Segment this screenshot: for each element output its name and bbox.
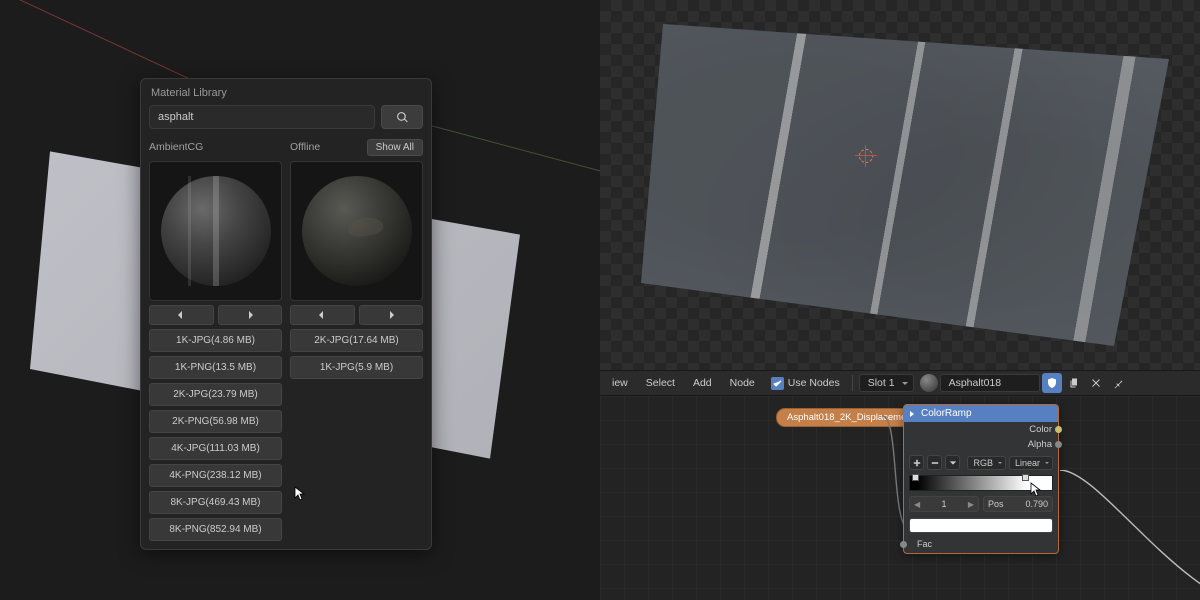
decrement-icon[interactable]: ◀ [914,500,920,509]
material-library-panel: Material Library AmbientCG [140,78,432,550]
3d-cursor-icon [855,145,877,167]
preview-sphere-icon [302,176,412,286]
source-column-offline: Offline Show All 2K-JPG(17.64 MB) 1K-JPG… [290,137,423,541]
pin-icon [1112,377,1124,389]
menu-add[interactable]: Add [685,374,720,392]
remove-stop-button[interactable] [927,455,942,470]
use-nodes-label: Use Nodes [788,377,840,389]
stop-position-value: 0.790 [1025,499,1048,509]
resolution-list-ambientcg: 1K-JPG(4.86 MB) 1K-PNG(13.5 MB) 2K-JPG(2… [149,329,282,541]
color-stop-handle[interactable] [1022,474,1029,494]
color-mode-dropdown[interactable]: RGB [967,456,1006,470]
interpolation-dropdown[interactable]: Linear [1009,456,1053,470]
material-name-field[interactable]: Asphalt018 [940,374,1040,392]
resolution-button[interactable]: 2K-JPG(23.79 MB) [149,383,282,406]
chevron-left-icon [317,310,327,320]
close-icon [1090,377,1102,389]
chevron-right-icon [245,310,255,320]
column-label: Offline [290,141,320,153]
left-3d-viewport[interactable]: Material Library AmbientCG [0,0,600,600]
right-3d-viewport[interactable] [600,0,1200,370]
increment-icon[interactable]: ▶ [968,500,974,509]
node-title-bar[interactable]: ColorRamp [904,405,1058,422]
output-socket-alpha-icon[interactable] [1055,441,1062,448]
material-slot-dropdown[interactable]: Slot 1 [859,374,914,392]
copy-icon [1068,377,1080,389]
stop-color-swatch[interactable] [909,518,1053,533]
mouse-cursor-icon [294,486,306,502]
prev-material-button[interactable] [290,305,355,325]
color-stop-handle[interactable] [912,474,919,494]
prev-material-button[interactable] [149,305,214,325]
menu-node[interactable]: Node [722,374,763,392]
next-material-button[interactable] [218,305,283,325]
column-label: AmbientCG [149,141,203,153]
collapse-triangle-icon[interactable] [910,411,917,417]
node-link-output [1060,470,1200,600]
dropdown-menu-button[interactable] [945,455,960,470]
resolution-button[interactable]: 4K-PNG(238.12 MB) [149,464,282,487]
menu-select[interactable]: Select [638,374,683,392]
unlink-button[interactable] [1086,373,1106,393]
shield-icon [1046,377,1058,389]
material-preview-offline[interactable] [290,161,423,301]
color-ramp-node[interactable]: ColorRamp Color Alpha RGB Linear ◀ 1 [903,404,1059,554]
input-label-fac: Fac [917,539,932,549]
chevron-right-icon [386,310,396,320]
stop-index-field[interactable]: ◀ 1 ▶ [909,496,979,512]
resolution-button[interactable]: 8K-PNG(852.94 MB) [149,518,282,541]
material-preview-ambientcg[interactable] [149,161,282,301]
resolution-button[interactable]: 2K-JPG(17.64 MB) [290,329,423,352]
node-title-label: ColorRamp [921,408,972,419]
resolution-button[interactable]: 2K-PNG(56.98 MB) [149,410,282,433]
node-editor-header: iew Select Add Node Use Nodes Slot 1 Asp… [600,370,1200,396]
gradient-fill-icon [910,476,1052,490]
pos-label: Pos [988,499,1004,509]
search-icon [396,111,409,124]
copy-button[interactable] [1064,373,1084,393]
stop-index-value: 1 [941,499,946,509]
add-stop-button[interactable] [909,455,924,470]
plus-icon [913,459,921,467]
material-search-input[interactable] [149,105,375,129]
source-column-ambientcg: AmbientCG 1K-JPG(4.86 MB) 1K-PNG(13.5 MB… [149,137,282,541]
resolution-button[interactable]: 4K-JPG(111.03 MB) [149,437,282,460]
search-button[interactable] [381,105,423,129]
output-label-color: Color [1029,424,1052,435]
resolution-button[interactable]: 8K-JPG(469.43 MB) [149,491,282,514]
minus-icon [931,459,939,467]
pin-toggle-button[interactable] [1108,373,1128,393]
output-label-alpha: Alpha [1028,439,1052,450]
color-ramp-gradient[interactable] [909,475,1053,491]
show-all-button[interactable]: Show All [367,139,423,156]
input-socket-fac-icon[interactable] [900,541,907,548]
pin-button[interactable] [1042,373,1062,393]
resolution-button[interactable]: 1K-JPG(5.9 MB) [290,356,423,379]
chevron-down-icon [949,459,957,467]
menu-view[interactable]: iew [604,374,636,392]
use-nodes-checkbox[interactable]: Use Nodes [765,377,846,390]
preview-sphere-icon [161,176,271,286]
separator [852,375,853,391]
output-socket-color-icon[interactable] [1055,426,1062,433]
resolution-button[interactable]: 1K-PNG(13.5 MB) [149,356,282,379]
material-sphere-icon [920,374,938,392]
panel-title: Material Library [149,87,423,99]
shader-node-editor[interactable]: Asphalt018_2K_Displacement.jpg ColorRamp… [600,396,1200,600]
next-material-button[interactable] [359,305,424,325]
resolution-list-offline: 2K-JPG(17.64 MB) 1K-JPG(5.9 MB) [290,329,423,379]
chevron-left-icon [176,310,186,320]
resolution-button[interactable]: 1K-JPG(4.86 MB) [149,329,282,352]
checkbox-checked-icon [771,377,784,390]
stop-position-field[interactable]: Pos 0.790 [983,496,1053,512]
